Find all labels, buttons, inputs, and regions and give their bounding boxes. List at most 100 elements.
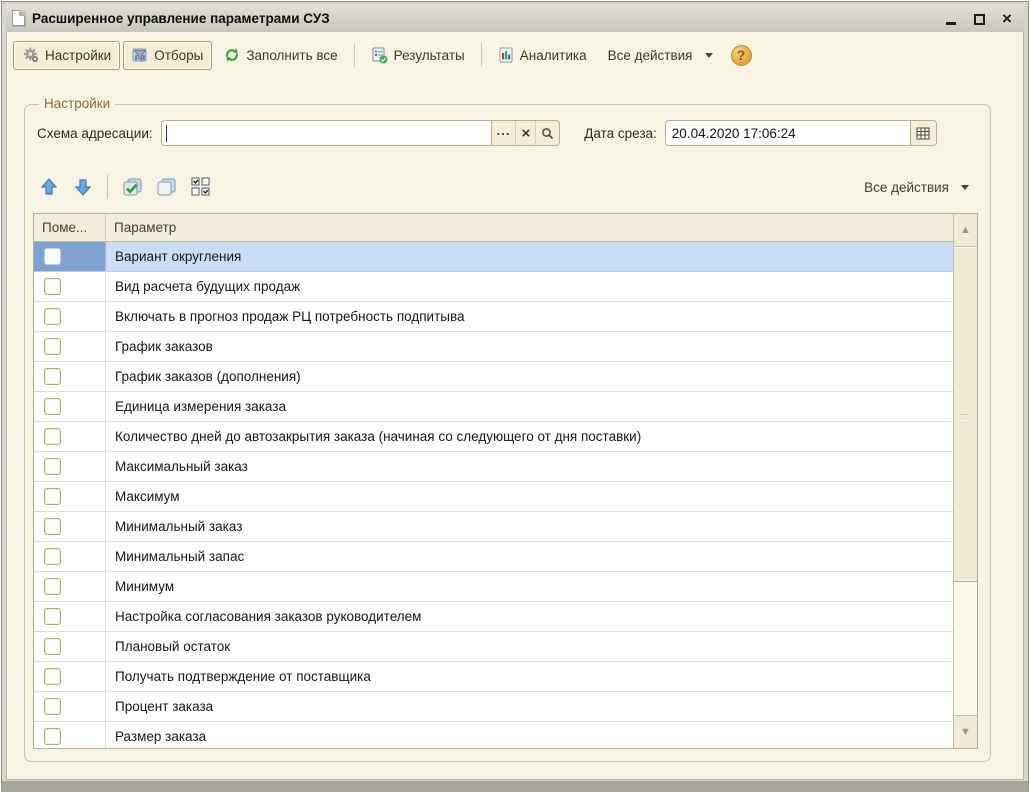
- choose-button[interactable]: ...: [492, 121, 516, 145]
- parameter-name[interactable]: Процент заказа: [106, 692, 953, 721]
- minimize-button[interactable]: [944, 11, 958, 25]
- filters-button[interactable]: Отборы: [123, 41, 212, 70]
- scroll-up-button[interactable]: ▲: [954, 214, 977, 247]
- invert-check-button[interactable]: [186, 173, 214, 201]
- row-checkbox[interactable]: [44, 338, 61, 355]
- parameter-name[interactable]: Единица измерения заказа: [106, 392, 953, 421]
- settings-button[interactable]: Настройки: [13, 41, 120, 70]
- table-row[interactable]: Вариант округления: [34, 242, 953, 272]
- scroll-down-button[interactable]: ▼: [954, 715, 977, 748]
- checked-cell[interactable]: [34, 422, 106, 451]
- checked-cell[interactable]: [34, 512, 106, 541]
- address-scheme-input[interactable]: [161, 120, 491, 146]
- analytics-button[interactable]: Аналитика: [489, 41, 596, 70]
- clear-button[interactable]: ×: [515, 121, 535, 145]
- checked-cell[interactable]: [34, 602, 106, 631]
- move-up-button[interactable]: [35, 173, 63, 201]
- row-checkbox[interactable]: [44, 278, 61, 295]
- parameter-name[interactable]: Минимальный запас: [106, 542, 953, 571]
- table-row[interactable]: Максимальный заказ: [34, 452, 953, 482]
- scrollbar-thumb[interactable]: [954, 247, 977, 582]
- row-checkbox[interactable]: [44, 638, 61, 655]
- parameter-name[interactable]: Вид расчета будущих продаж: [106, 272, 953, 301]
- maximize-button[interactable]: [972, 11, 986, 25]
- parameter-name[interactable]: График заказов: [106, 332, 953, 361]
- checked-cell[interactable]: [34, 362, 106, 391]
- parameter-name[interactable]: Вариант округления: [106, 242, 953, 271]
- parameter-name[interactable]: Включать в прогноз продаж РЦ потребность…: [106, 302, 953, 331]
- all-actions-button[interactable]: Все действия: [599, 41, 722, 70]
- table-row[interactable]: Единица измерения заказа: [34, 392, 953, 422]
- table-row[interactable]: Плановый остаток: [34, 632, 953, 662]
- checked-cell[interactable]: [34, 392, 106, 421]
- fill-all-button[interactable]: Заполнить все: [215, 41, 346, 70]
- parameter-name[interactable]: Максимальный заказ: [106, 452, 953, 481]
- table-row[interactable]: Получать подтверждение от поставщика: [34, 662, 953, 692]
- row-checkbox[interactable]: [44, 548, 61, 565]
- table-row[interactable]: Размер заказа: [34, 722, 953, 749]
- checked-cell[interactable]: [34, 482, 106, 511]
- move-down-button[interactable]: [69, 173, 97, 201]
- row-checkbox[interactable]: [44, 308, 61, 325]
- checked-cell[interactable]: [34, 452, 106, 481]
- chevron-down-icon: [961, 185, 969, 194]
- row-checkbox[interactable]: [44, 578, 61, 595]
- row-checkbox[interactable]: [44, 608, 61, 625]
- toolbar-separator: [481, 43, 482, 67]
- vertical-scrollbar[interactable]: ▲ ▼: [953, 214, 977, 748]
- checked-cell[interactable]: [34, 722, 106, 749]
- row-checkbox[interactable]: [44, 668, 61, 685]
- row-checkbox[interactable]: [44, 488, 61, 505]
- calendar-button[interactable]: [910, 121, 936, 145]
- checked-cell[interactable]: [34, 662, 106, 691]
- table-row[interactable]: Минимум: [34, 572, 953, 602]
- row-checkbox[interactable]: [44, 698, 61, 715]
- table-row[interactable]: Настройка согласования заказов руководит…: [34, 602, 953, 632]
- settings-button-label: Настройки: [45, 48, 111, 63]
- parameter-name[interactable]: График заказов (дополнения): [106, 362, 953, 391]
- parameter-name[interactable]: Размер заказа: [106, 722, 953, 749]
- checked-cell[interactable]: [34, 302, 106, 331]
- checked-cell[interactable]: [34, 272, 106, 301]
- date-slice-input[interactable]: 20.04.2020 17:06:24: [665, 120, 937, 146]
- row-checkbox[interactable]: [44, 398, 61, 415]
- table-row[interactable]: Включать в прогноз продаж РЦ потребность…: [34, 302, 953, 332]
- table-row[interactable]: График заказов: [34, 332, 953, 362]
- parameter-name[interactable]: Минимальный заказ: [106, 512, 953, 541]
- row-checkbox[interactable]: [44, 458, 61, 475]
- column-header-checked[interactable]: Поме...: [34, 214, 106, 241]
- row-checkbox[interactable]: [44, 518, 61, 535]
- table-row[interactable]: Количество дней до автозакрытия заказа (…: [34, 422, 953, 452]
- checked-cell[interactable]: [34, 542, 106, 571]
- row-checkbox[interactable]: [44, 368, 61, 385]
- checked-cell[interactable]: [34, 692, 106, 721]
- table-row[interactable]: Вид расчета будущих продаж: [34, 272, 953, 302]
- table-row[interactable]: График заказов (дополнения): [34, 362, 953, 392]
- row-checkbox[interactable]: [44, 728, 61, 745]
- checked-cell[interactable]: [34, 572, 106, 601]
- column-header-parameter[interactable]: Параметр: [106, 214, 953, 241]
- results-button[interactable]: Результаты: [362, 41, 474, 70]
- parameter-name[interactable]: Настройка согласования заказов руководит…: [106, 602, 953, 631]
- check-all-button[interactable]: [118, 173, 146, 201]
- help-button[interactable]: ?: [731, 45, 752, 66]
- parameter-name[interactable]: Минимум: [106, 572, 953, 601]
- open-button[interactable]: [535, 121, 559, 145]
- table-row[interactable]: Процент заказа: [34, 692, 953, 722]
- parameter-name[interactable]: Количество дней до автозакрытия заказа (…: [106, 422, 953, 451]
- parameter-name[interactable]: Максимум: [106, 482, 953, 511]
- table-row[interactable]: Максимум: [34, 482, 953, 512]
- list-all-actions-button[interactable]: Все действия: [855, 173, 978, 202]
- list-toolbar-separator: [107, 175, 108, 199]
- table-row[interactable]: Минимальный запас: [34, 542, 953, 572]
- row-checkbox[interactable]: [44, 248, 61, 265]
- parameter-name[interactable]: Плановый остаток: [106, 632, 953, 661]
- checked-cell[interactable]: [34, 632, 106, 661]
- row-checkbox[interactable]: [44, 428, 61, 445]
- close-button[interactable]: ×: [1000, 11, 1014, 25]
- checked-cell[interactable]: [34, 242, 106, 271]
- parameter-name[interactable]: Получать подтверждение от поставщика: [106, 662, 953, 691]
- checked-cell[interactable]: [34, 332, 106, 361]
- uncheck-all-button[interactable]: [152, 173, 180, 201]
- table-row[interactable]: Минимальный заказ: [34, 512, 953, 542]
